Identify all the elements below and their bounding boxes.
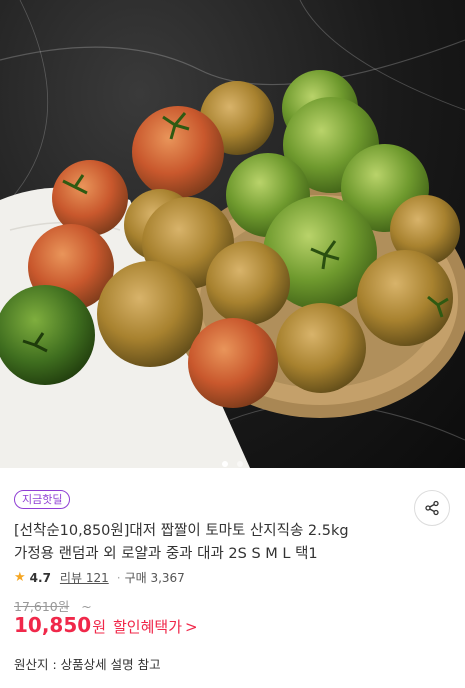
- star-icon: ★: [14, 570, 26, 585]
- share-button[interactable]: [414, 490, 450, 526]
- tomato-photo-illustration: [0, 0, 465, 468]
- sale-price-row[interactable]: 10,850 원 할인혜택가 >: [14, 613, 198, 637]
- product-title-line1: [선착순10,850원]대저 짭짤이 토마토 산지직송 2.5kg: [14, 523, 349, 539]
- sale-price: 10,850: [14, 613, 92, 637]
- price-range-tilde: ~: [81, 599, 92, 614]
- rating-row: ★ 4.7 리뷰 121 · 구매 3,367: [14, 569, 185, 586]
- chevron-right-icon: >: [185, 618, 198, 636]
- discount-benefit-link[interactable]: 할인혜택가: [113, 616, 182, 637]
- pager-dot[interactable]: [237, 461, 244, 467]
- original-price: 17,610원: [14, 599, 70, 614]
- product-title: [선착순10,850원]대저 짭짤이 토마토 산지직송 2.5kg 가정용 랜덤…: [14, 520, 406, 566]
- origin-info: 원산지 : 상품상세 설명 참고: [14, 657, 161, 672]
- hot-deal-badge: 지금핫딜: [14, 490, 71, 509]
- meta-separator: ·: [116, 570, 121, 585]
- image-pager[interactable]: [0, 452, 465, 468]
- rating-value: 4.7: [29, 570, 51, 585]
- sale-price-unit: 원: [92, 618, 106, 636]
- product-image[interactable]: [0, 0, 465, 468]
- review-link[interactable]: 리뷰 121: [60, 569, 109, 586]
- pager-dot-active[interactable]: [221, 461, 228, 467]
- purchase-count: 구매 3,367: [124, 571, 185, 585]
- product-info: 지금핫딜 [선착순10,850원]대저 짭짤이 토마토 산지직송 2.5kg 가…: [0, 468, 465, 688]
- product-title-line2: 가정용 랜덤과 외 로얄과 중과 대과 2S S M L 택1: [14, 546, 318, 562]
- share-icon: [425, 500, 439, 516]
